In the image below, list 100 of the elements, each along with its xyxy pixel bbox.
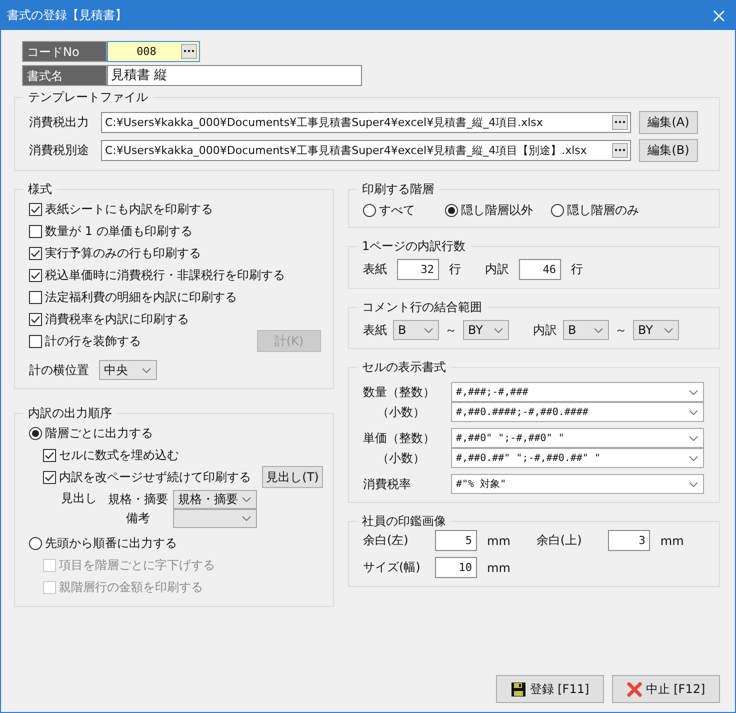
field-label: 消費税率: [363, 476, 412, 492]
radio-label: 隠し階層以外: [461, 202, 533, 219]
checkbox-label: 数量が 1 の単価も印刷する: [45, 222, 192, 240]
field-label: 内訳: [485, 261, 509, 278]
group-title: 1ページの内訳行数: [361, 238, 467, 255]
ellipsis-icon: [184, 50, 194, 53]
edit-button[interactable]: 編集(A): [639, 111, 698, 134]
range-separator: ～: [615, 322, 627, 338]
edit-button[interactable]: 編集(B): [639, 139, 698, 162]
name-field[interactable]: 見積書 縦: [107, 65, 362, 86]
group-title: 内訳の出力順序: [27, 405, 113, 422]
checkbox[interactable]: [43, 470, 56, 484]
field-label: 単価（整数）: [363, 430, 436, 446]
group-title: 社員の印鑑画像: [361, 513, 447, 530]
checkbox[interactable]: [29, 246, 42, 260]
browse-button[interactable]: [181, 44, 197, 59]
radio-button[interactable]: [29, 536, 42, 550]
field-label: 内訳: [533, 322, 557, 338]
checkbox-label: 内訳を改ページせず続けて印刷する: [59, 468, 251, 486]
chevron-down-icon: [242, 516, 251, 521]
code-field[interactable]: 008: [107, 41, 200, 62]
group-title: テンプレートファイル: [27, 89, 149, 106]
radio-label: 隠し階層のみ: [567, 202, 639, 219]
group-title: コメント行の結合範囲: [361, 299, 483, 316]
checkbox[interactable]: [29, 224, 42, 238]
ellipsis-icon: [614, 149, 626, 152]
format-dropdown[interactable]: #,##0" ";-#,##0" ": [451, 428, 704, 448]
chevron-down-icon: [494, 328, 503, 332]
field-label: （小数）: [376, 404, 426, 420]
format-dropdown[interactable]: #,##0.##" ";-#,##0.##" ": [451, 448, 704, 468]
number-field[interactable]: 32: [397, 259, 439, 280]
group-title: 印刷する階層: [361, 181, 435, 198]
browse-button[interactable]: [612, 143, 628, 158]
field-label: 消費税出力: [29, 114, 90, 131]
radio-label: 先頭から順番に出力する: [45, 534, 177, 552]
field-label: 見出し: [61, 490, 97, 507]
checkbox[interactable]: [29, 268, 42, 282]
checkbox[interactable]: [29, 202, 42, 216]
checkbox[interactable]: [43, 448, 56, 462]
column-dropdown[interactable]: BY: [463, 320, 509, 340]
checkbox-label: 項目を階層ごとに字下げする: [59, 556, 215, 574]
checkbox[interactable]: [29, 334, 42, 348]
heading-dropdown[interactable]: 規格・摘要: [173, 490, 257, 509]
checkbox-label: 計の行を装飾する: [45, 332, 141, 350]
chevron-down-icon: [689, 456, 698, 460]
radio-button[interactable]: [551, 204, 564, 217]
chevron-down-icon: [689, 482, 698, 486]
checkbox-label: 税込単価時に消費税行・非課税行を印刷する: [45, 266, 285, 284]
field-label: 消費税別途: [29, 142, 90, 159]
ellipsis-icon: [614, 121, 626, 124]
radio-label: すべて: [379, 202, 415, 219]
cancel-button[interactable]: 中止 [F12]: [612, 675, 720, 703]
unit-label: mm: [487, 560, 510, 574]
close-icon[interactable]: [713, 10, 725, 22]
radio-button[interactable]: [363, 204, 376, 217]
chevron-down-icon: [594, 328, 603, 332]
field-label: 書式名: [22, 65, 107, 86]
number-field[interactable]: 3: [608, 530, 650, 551]
unit-label: 行: [449, 261, 461, 278]
column-dropdown[interactable]: B: [563, 320, 609, 340]
field-label: 規格・摘要: [107, 491, 169, 508]
browse-button[interactable]: [612, 115, 628, 130]
checkbox-label: 実行予算のみの行も印刷する: [45, 244, 201, 262]
heading-button[interactable]: 見出し(T): [262, 466, 323, 488]
radio-button[interactable]: [29, 426, 42, 440]
field-label: 表紙: [363, 261, 387, 278]
window-title: 書式の登録【見積書】: [7, 7, 127, 24]
checkbox[interactable]: [29, 290, 42, 304]
path-field[interactable]: C:¥Users¥kakka_000¥Documents¥工事見積書Super4¥excel¥見積書_縦_4項目.xlsx: [101, 112, 631, 133]
position-dropdown[interactable]: 中央: [99, 360, 157, 380]
register-button[interactable]: 登録 [F11]: [496, 675, 604, 703]
checkbox[interactable]: [29, 312, 42, 326]
cross-icon: [626, 682, 642, 696]
path-field[interactable]: C:¥Users¥kakka_000¥Documents¥工事見積書Super4¥excel¥見積書_縦_4項目【別途】.xlsx: [101, 140, 631, 161]
radio-button[interactable]: [445, 204, 458, 217]
field-label: 数量（整数）: [363, 384, 436, 400]
chevron-down-icon: [664, 328, 673, 332]
number-field[interactable]: 10: [435, 557, 477, 578]
chevron-down-icon: [689, 390, 698, 394]
number-field[interactable]: 5: [435, 530, 477, 551]
range-separator: ～: [445, 322, 457, 338]
field-label: 表紙: [363, 322, 387, 338]
chevron-down-icon: [689, 410, 698, 414]
format-dropdown[interactable]: #"% 対象": [451, 474, 704, 494]
field-label: 計の横位置: [29, 362, 89, 378]
checkbox-label: 表紙シートにも内訳を印刷する: [45, 200, 213, 218]
group-title: セルの表示書式: [361, 359, 447, 376]
format-dropdown[interactable]: #,##0.####;-#,##0.####: [451, 402, 704, 422]
field-label: 備考: [125, 510, 151, 527]
field-label: （小数）: [376, 450, 426, 466]
field-label: 余白(左): [363, 532, 410, 549]
radio-label: 階層ごとに出力する: [45, 424, 153, 442]
checkbox-label: 親階層行の金額を印刷する: [59, 578, 203, 596]
column-dropdown[interactable]: BY: [633, 320, 679, 340]
number-field[interactable]: 46: [519, 259, 561, 280]
unit-label: 行: [571, 261, 583, 278]
column-dropdown[interactable]: B: [393, 320, 439, 340]
unit-label: mm: [487, 534, 510, 548]
chevron-down-icon: [424, 328, 433, 332]
format-dropdown[interactable]: #,###;-#,###: [451, 382, 704, 402]
